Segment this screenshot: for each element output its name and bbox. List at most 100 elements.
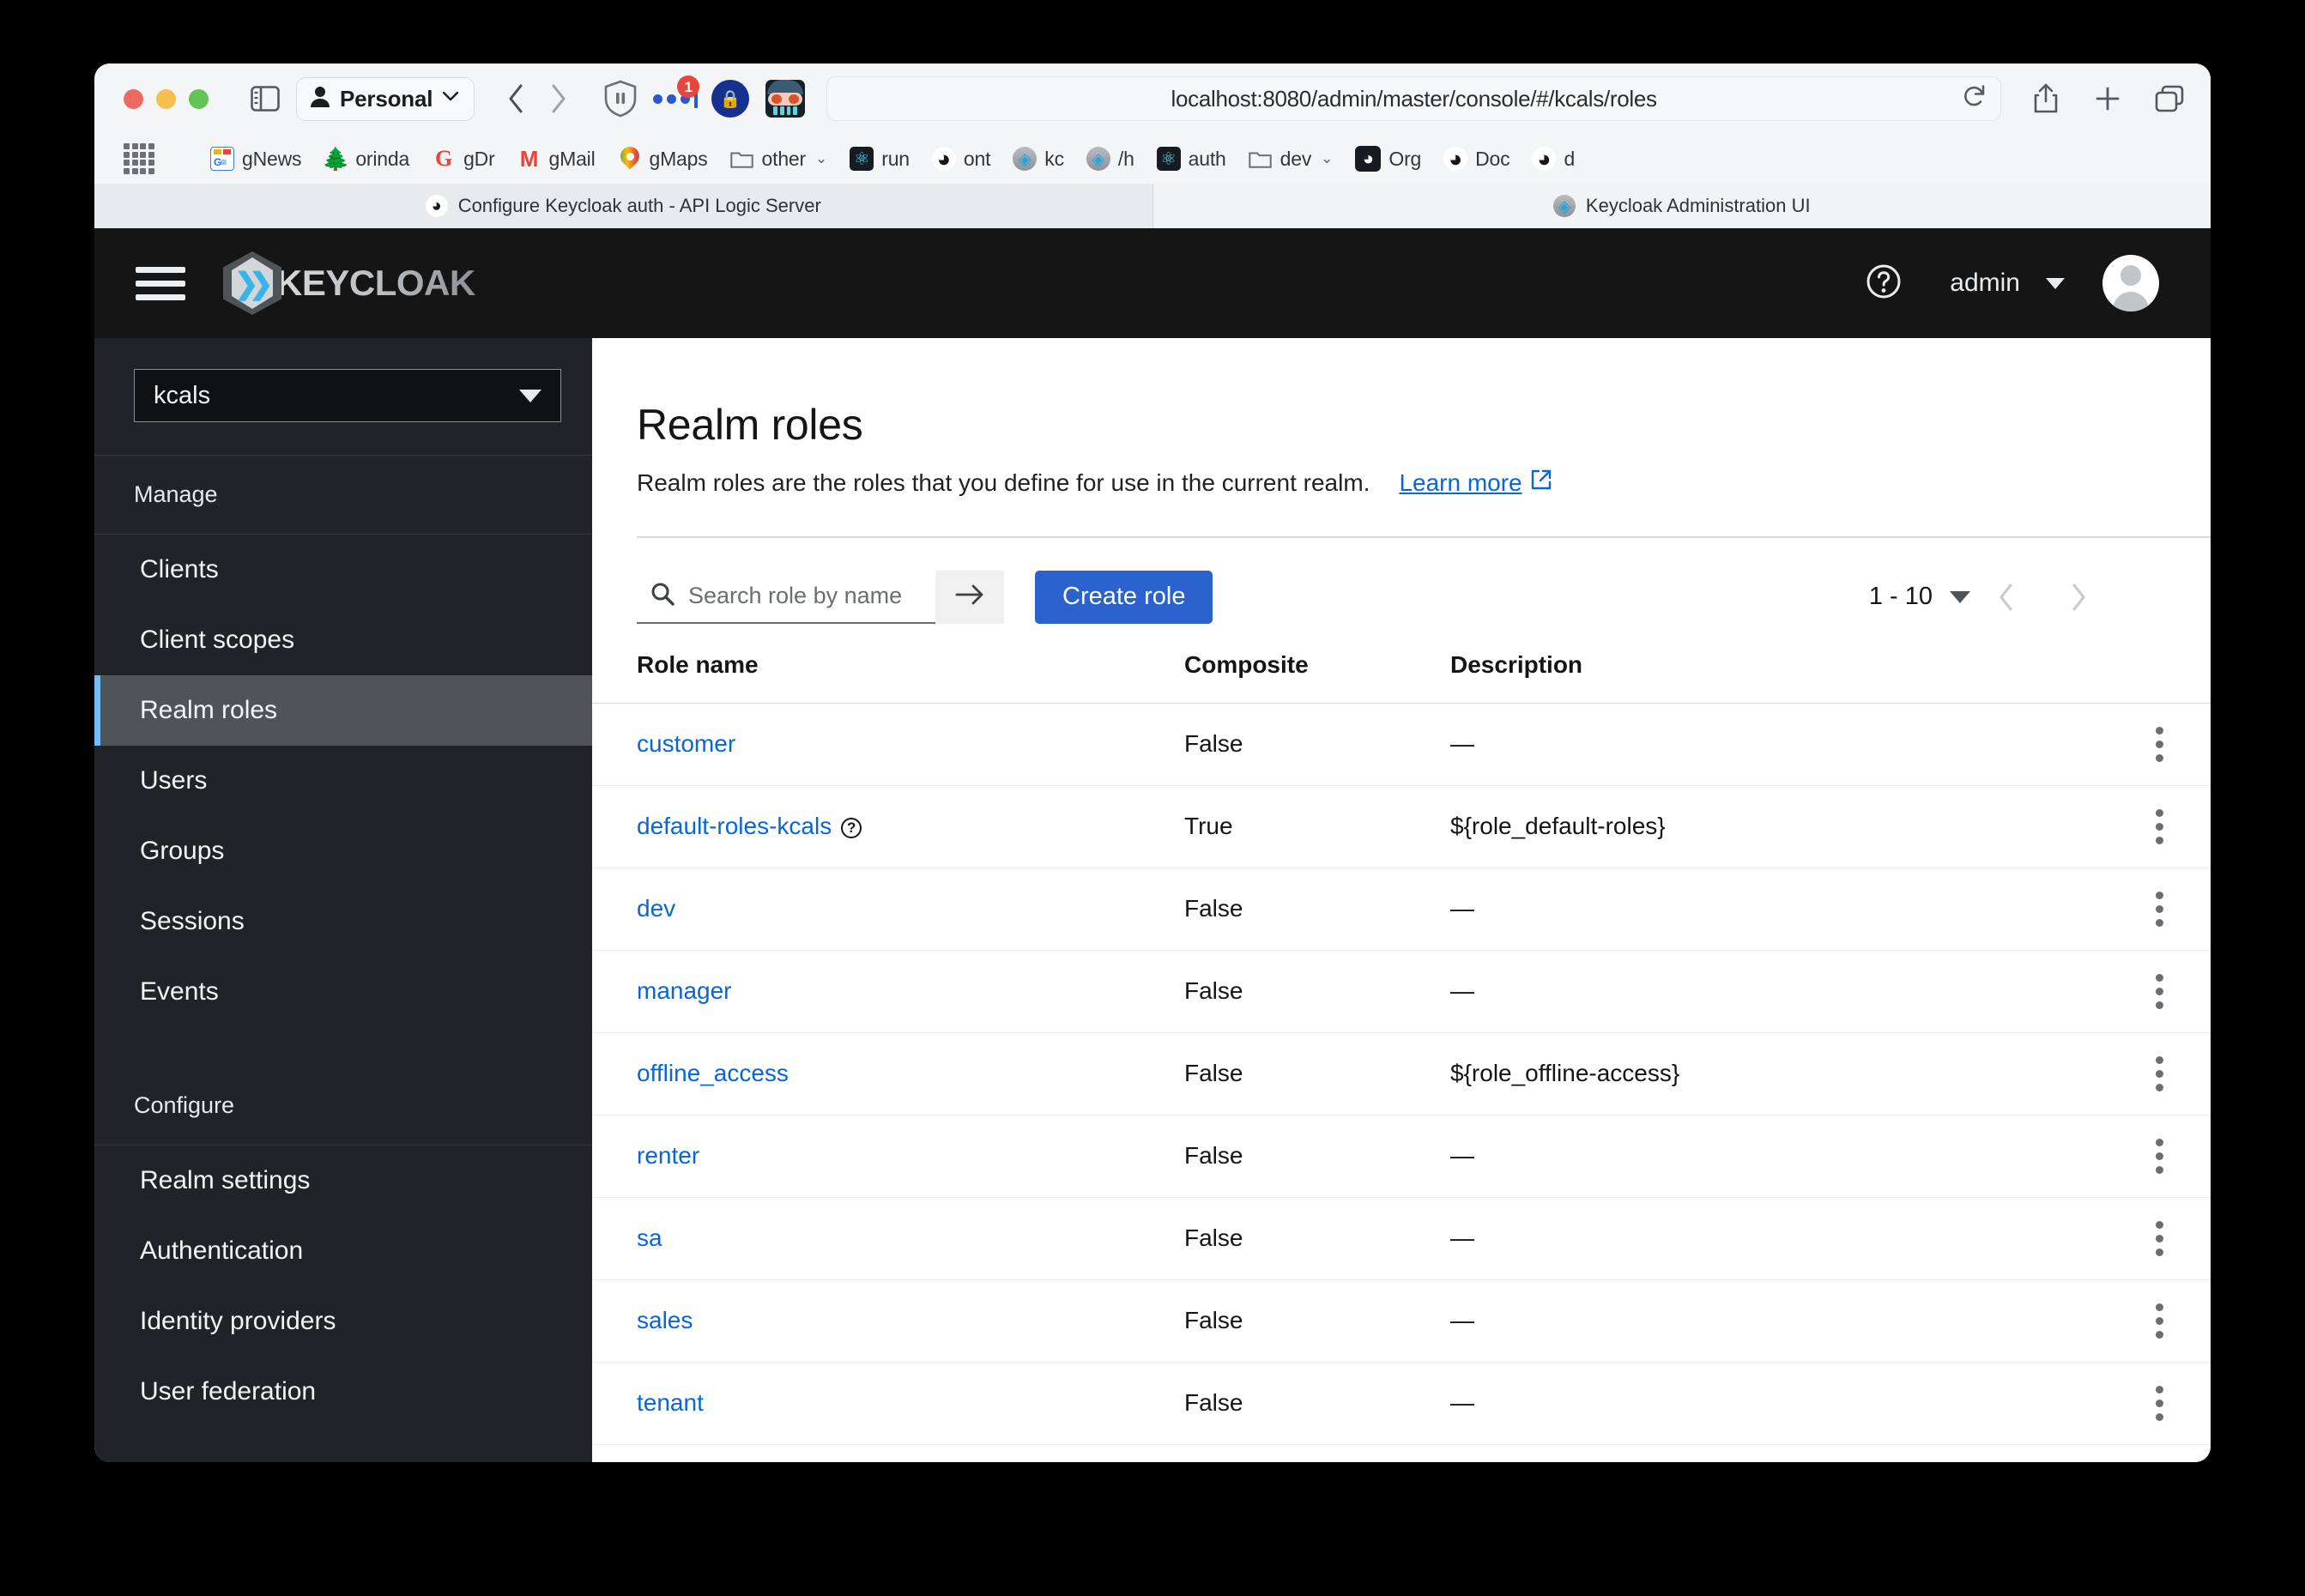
kebab-menu-icon[interactable] xyxy=(2108,891,2211,927)
bookmark-label: orinda xyxy=(355,147,410,170)
maximize-window-button[interactable] xyxy=(189,88,209,109)
create-role-button[interactable]: Create role xyxy=(1035,570,1213,624)
column-header-composite[interactable]: Composite xyxy=(1184,650,1450,704)
nav-section-manage: Manage xyxy=(94,456,592,535)
bookmark-kc[interactable]: ◈ kc xyxy=(1001,143,1075,174)
forward-button[interactable] xyxy=(540,80,578,118)
bookmark-run[interactable]: ⚛ run xyxy=(838,143,921,174)
help-icon[interactable] xyxy=(1866,263,1902,304)
kebab-menu-icon[interactable] xyxy=(2108,1303,2211,1339)
bookmark-gnews[interactable]: G≡ gNews xyxy=(199,143,312,174)
bookmark-ont[interactable]: ◕ ont xyxy=(921,143,1001,174)
table-row: uma_authorizationFalse${role_uma_authori… xyxy=(592,1444,2211,1462)
search-submit-button[interactable] xyxy=(935,570,1004,624)
cell-description: — xyxy=(1450,1362,2108,1445)
sidebar-item-realm-settings[interactable]: Realm settings xyxy=(94,1146,592,1216)
profile-switcher-button[interactable]: Personal xyxy=(296,76,475,121)
search-input[interactable]: Search role by name xyxy=(637,570,935,624)
google-maps-icon xyxy=(618,147,642,171)
bookmark-gmail[interactable]: M gMail xyxy=(506,143,607,174)
back-button[interactable] xyxy=(497,80,535,118)
apps-grid-icon[interactable] xyxy=(124,143,154,174)
sidebar-item-sessions[interactable]: Sessions xyxy=(94,886,592,957)
role-link[interactable]: customer xyxy=(637,730,735,757)
learn-more-link[interactable]: Learn more xyxy=(1399,469,1552,497)
sidebar-item-groups[interactable]: Groups xyxy=(94,816,592,886)
role-link[interactable]: tenant xyxy=(637,1389,704,1416)
bookmark-folder-other[interactable]: other ⌄ xyxy=(719,143,839,174)
bookmark-label: gMail xyxy=(548,147,596,170)
tab-configure-keycloak-auth[interactable]: ◕ Configure Keycloak auth - API Logic Se… xyxy=(94,184,1153,228)
hamburger-menu-icon[interactable] xyxy=(136,266,185,300)
kebab-menu-icon[interactable] xyxy=(2108,1385,2211,1421)
page-subtitle-row: Realm roles are the roles that you defin… xyxy=(637,469,2211,497)
bookmark-gdr[interactable]: G gDr xyxy=(420,143,505,174)
external-link-icon xyxy=(1530,469,1552,497)
bookmark-label: other xyxy=(761,147,807,170)
column-header-role-name[interactable]: Role name xyxy=(592,650,1184,704)
sidebar-item-events[interactable]: Events xyxy=(94,957,592,1027)
user-menu[interactable]: admin xyxy=(1950,269,2065,298)
address-bar[interactable]: localhost:8080/admin/master/console/#/kc… xyxy=(826,76,2001,121)
close-window-button[interactable] xyxy=(124,88,143,109)
role-link[interactable]: dev xyxy=(637,895,675,922)
bookmark-h[interactable]: ◈ /h xyxy=(1075,143,1146,174)
main-content: Realm roles Realm roles are the roles th… xyxy=(592,338,2211,1462)
app-masthead: ❯ ❯ KEYCLOAK admin xyxy=(94,228,2211,338)
minimize-window-button[interactable] xyxy=(156,88,176,109)
kebab-menu-icon[interactable] xyxy=(2108,1138,2211,1174)
role-link[interactable]: offline_access xyxy=(637,1060,789,1086)
column-header-description[interactable]: Description xyxy=(1450,650,2108,704)
help-icon[interactable]: ? xyxy=(841,818,862,838)
pagination-dropdown-icon[interactable] xyxy=(1950,590,1970,603)
role-link[interactable]: default-roles-kcals xyxy=(637,813,832,839)
sidebar-item-identity-providers[interactable]: Identity providers xyxy=(94,1286,592,1357)
role-link[interactable]: sa xyxy=(637,1224,662,1251)
kebab-menu-icon[interactable] xyxy=(2108,726,2211,762)
reload-icon[interactable] xyxy=(1963,84,1987,114)
table-body: customer False — default-roles-kcals? True ${… xyxy=(592,703,2211,1462)
chevron-down-icon xyxy=(519,389,541,402)
tab-keycloak-administration-ui[interactable]: ◈ Keycloak Administration UI xyxy=(1152,184,2211,228)
sidebar-item-user-federation[interactable]: User federation xyxy=(94,1357,592,1427)
sidebar-item-authentication[interactable]: Authentication xyxy=(94,1216,592,1286)
bookmark-folder-dev[interactable]: dev ⌄ xyxy=(1237,143,1345,174)
bookmark-doc[interactable]: ◕ Doc xyxy=(1432,143,1521,174)
kebab-menu-icon[interactable] xyxy=(2108,973,2211,1009)
role-link[interactable]: manager xyxy=(637,977,732,1004)
sidebar-item-clients[interactable]: Clients xyxy=(94,535,592,605)
browser-extensions: 1 🔒 xyxy=(600,76,806,119)
sidebar-item-users[interactable]: Users xyxy=(94,746,592,816)
shield-pause-extension-icon[interactable] xyxy=(600,78,641,119)
bookmark-gmaps[interactable]: gMaps xyxy=(607,143,719,174)
bookmark-auth[interactable]: ⚛ auth xyxy=(1146,143,1237,174)
next-page-button[interactable] xyxy=(2042,583,2114,612)
previous-page-button[interactable] xyxy=(1970,583,2042,612)
avatar-extension-icon[interactable] xyxy=(765,78,806,119)
bookmark-label: dev xyxy=(1280,147,1312,170)
sidebar-item-client-scopes[interactable]: Client scopes xyxy=(94,605,592,675)
role-link[interactable]: sales xyxy=(637,1307,693,1333)
google-drive-icon: G xyxy=(434,147,453,171)
bookmark-label: Doc xyxy=(1475,147,1510,170)
keycloak-logo[interactable]: ❯ ❯ KEYCLOAK xyxy=(223,251,475,315)
cell-composite: False xyxy=(1184,868,1450,951)
sidebar-item-realm-roles[interactable]: Realm roles xyxy=(94,675,592,746)
bookmark-org[interactable]: ◕ Org xyxy=(1344,142,1432,175)
bookmark-orinda[interactable]: 🌲 orinda xyxy=(312,143,420,174)
kebab-menu-icon[interactable] xyxy=(2108,808,2211,844)
realm-selector[interactable]: kcals xyxy=(134,369,561,422)
avatar[interactable] xyxy=(2102,255,2159,311)
bookmark-label: /h xyxy=(1117,147,1134,170)
bookmark-d[interactable]: ◕ d xyxy=(1521,143,1586,174)
role-link[interactable]: renter xyxy=(637,1142,699,1169)
dots-extension-icon[interactable]: 1 xyxy=(653,76,700,119)
kebab-menu-icon[interactable] xyxy=(2108,1220,2211,1256)
bookmark-label: kc xyxy=(1044,147,1064,170)
kebab-menu-icon[interactable] xyxy=(2108,1055,2211,1091)
sidebar-toggle-icon[interactable] xyxy=(246,80,284,118)
new-tab-icon[interactable] xyxy=(2089,80,2127,118)
eu-privacy-extension-icon[interactable]: 🔒 xyxy=(710,78,751,119)
tab-overview-icon[interactable] xyxy=(2151,80,2188,118)
share-icon[interactable] xyxy=(2027,80,2065,118)
